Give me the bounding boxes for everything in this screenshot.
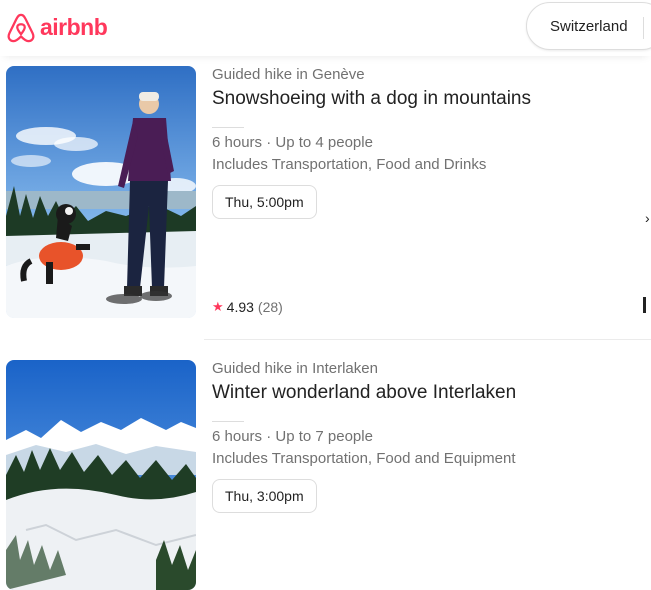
top-header: airbnb Switzerland bbox=[0, 0, 651, 56]
search-location[interactable]: Switzerland bbox=[550, 18, 628, 35]
brand-name: airbnb bbox=[40, 13, 108, 40]
title-divider bbox=[212, 421, 244, 422]
time-slot-button[interactable]: Thu, 5:00pm bbox=[212, 185, 317, 219]
listing-title[interactable]: Snowshoeing with a dog in mountains bbox=[212, 88, 531, 110]
snowshoe-dog-photo bbox=[6, 66, 196, 318]
airbnb-belo-icon bbox=[7, 13, 35, 43]
listing-photo[interactable] bbox=[6, 360, 196, 590]
airbnb-logo[interactable]: airbnb bbox=[6, 12, 108, 44]
listing-title[interactable]: Winter wonderland above Interlaken bbox=[212, 382, 516, 404]
search-pill[interactable]: Switzerland bbox=[526, 2, 651, 50]
star-icon: ★ bbox=[212, 299, 224, 314]
listing-includes: Includes Transportation, Food and Drinks bbox=[212, 156, 487, 173]
chevron-right-icon[interactable]: › bbox=[645, 210, 650, 226]
interlaken-winter-photo bbox=[6, 360, 196, 590]
listing-duration: 6 hours · Up to 4 people bbox=[212, 134, 373, 151]
listing-rating: ★ 4.93 (28) bbox=[212, 299, 283, 315]
review-count: (28) bbox=[257, 299, 283, 315]
search-separator bbox=[643, 17, 644, 39]
time-slot-button[interactable]: Thu, 3:00pm bbox=[212, 479, 317, 513]
listing-duration: 6 hours · Up to 7 people bbox=[212, 428, 373, 445]
rating-score: 4.93 bbox=[226, 299, 254, 315]
listing-photo[interactable] bbox=[6, 66, 196, 318]
title-divider bbox=[212, 127, 244, 128]
listing-divider bbox=[204, 339, 651, 340]
listing-category: Guided hike in Interlaken bbox=[212, 360, 378, 377]
listing-category: Guided hike in Genève bbox=[212, 66, 365, 83]
listing-includes: Includes Transportation, Food and Equipm… bbox=[212, 450, 516, 467]
edge-indicator bbox=[643, 297, 646, 313]
